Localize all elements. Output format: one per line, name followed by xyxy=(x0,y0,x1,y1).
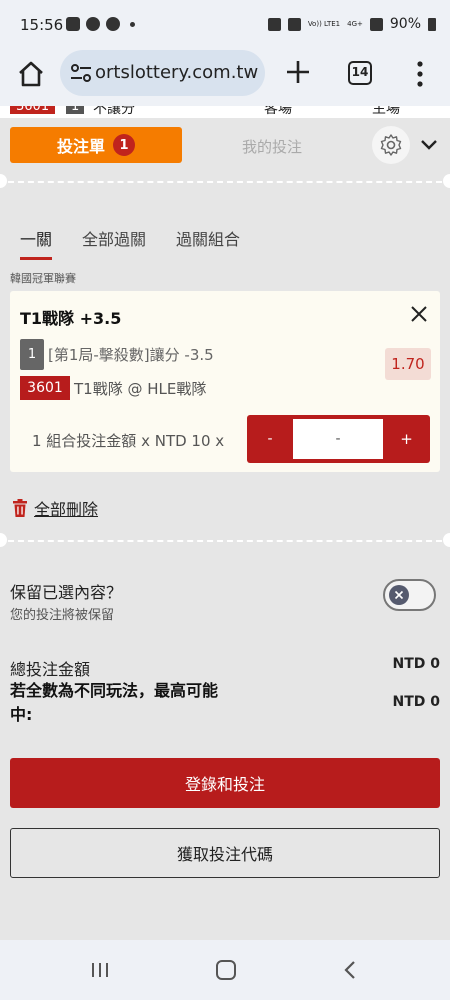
volte-label: Vo)) LTE1 xyxy=(307,19,341,28)
delete-all-button[interactable]: 全部刪除 xyxy=(12,496,98,520)
chrome-icon xyxy=(86,17,100,31)
delete-all-label: 全部刪除 xyxy=(34,500,99,519)
increase-button[interactable]: + xyxy=(383,415,430,463)
stake-label: 1 組合投注金額 x NTD 10 x xyxy=(32,432,225,450)
new-tab-icon[interactable] xyxy=(284,58,312,86)
more-dot-icon xyxy=(130,21,135,27)
system-icons: Vo)) LTE1 4G+ 90% xyxy=(267,16,436,32)
keep-selection-subtitle: 您的投注將被保留 xyxy=(10,608,115,623)
total-stake-value: NTD 0 xyxy=(392,656,440,672)
home-icon[interactable] xyxy=(16,59,46,89)
tab-switcher-button[interactable]: 14 xyxy=(348,61,372,85)
status-bar: 15:56 Vo)) LTE1 4G+ 90% xyxy=(0,0,450,50)
background-text: 不讓分 xyxy=(93,106,135,117)
notification-icons xyxy=(66,17,135,31)
matchup: T1戰隊 @ HLE戰隊 xyxy=(74,380,207,398)
divider xyxy=(8,540,442,542)
total-stake-label: 總投注金額 xyxy=(10,660,91,679)
more-menu-icon[interactable] xyxy=(410,60,430,88)
back-icon[interactable] xyxy=(342,960,358,980)
url-text: ortslottery.com.tw xyxy=(95,62,259,83)
tab-parlay-combo[interactable]: 過關組合 xyxy=(176,226,240,250)
recent-apps-icon[interactable] xyxy=(90,962,110,978)
gear-icon xyxy=(380,134,402,156)
close-icon xyxy=(394,590,404,600)
stake-input[interactable]: - xyxy=(293,419,383,459)
odds-value: 1.70 xyxy=(385,348,431,380)
browser-toolbar: ortslottery.com.tw 14 xyxy=(0,50,450,106)
selection-card: T1戰隊 +3.5 1 [第1局-擊殺數]讓分 -3.5 1.70 3601 T… xyxy=(10,291,440,472)
toggle-off-knob xyxy=(389,585,409,605)
login-and-bet-button[interactable]: 登錄和投注 xyxy=(10,758,440,808)
bet-type-tabs: 一關 全部過關 過關組合 xyxy=(20,226,240,260)
background-num: 1 xyxy=(66,106,85,114)
battery-icon xyxy=(428,17,436,31)
decrease-button[interactable]: - xyxy=(247,415,293,463)
market-name: [第1局-擊殺數]讓分 -3.5 xyxy=(48,346,214,364)
ticket-notch-left xyxy=(0,533,7,547)
stake-stepper: - - + xyxy=(247,415,430,463)
keep-selection-title: 保留已選內容？ xyxy=(10,583,123,602)
system-nav-bar xyxy=(0,940,450,1000)
betslip-panel: 投注單 1 我的投注 一關 全部過關 過關組合 韓國冠軍聯賽 T1戰隊 +3.5… xyxy=(0,118,450,940)
max-win-value: NTD 0 xyxy=(392,694,440,710)
background-away: 客場 xyxy=(264,106,292,117)
clock: 15:56 xyxy=(20,16,64,34)
close-icon[interactable] xyxy=(410,305,428,323)
settings-button[interactable] xyxy=(372,126,410,164)
tab-betslip-label: 投注單 xyxy=(56,137,105,156)
line-icon xyxy=(106,17,120,31)
get-bet-code-button[interactable]: 獲取投注代碼 xyxy=(10,828,440,878)
alarm-icon xyxy=(267,17,281,31)
tab-my-bets[interactable]: 我的投注 xyxy=(196,136,348,157)
gallery-icon xyxy=(66,17,80,31)
keep-selection-toggle[interactable] xyxy=(383,579,436,611)
selection-team: T1戰隊 +3.5 xyxy=(20,309,122,328)
selection-number: 1 xyxy=(20,339,44,370)
ticket-notch-left xyxy=(0,174,7,188)
site-settings-icon[interactable] xyxy=(70,63,92,83)
ticket-notch-right xyxy=(443,174,450,188)
ticket-notch-right xyxy=(443,533,450,547)
signal-icon xyxy=(369,17,383,31)
game-code: 3601 xyxy=(20,376,70,400)
tab-all-parlay[interactable]: 全部過關 xyxy=(82,226,146,250)
address-bar[interactable]: ortslottery.com.tw xyxy=(60,50,265,96)
max-win-label: 若全數為不同玩法，最高可能中: xyxy=(10,681,219,724)
network-label: 4G+ xyxy=(347,19,363,28)
mute-icon xyxy=(287,17,301,31)
betslip-count-badge: 1 xyxy=(113,134,135,156)
background-code: 3601 xyxy=(10,106,56,114)
trash-icon xyxy=(13,499,27,517)
background-home: 主場 xyxy=(372,106,400,117)
tab-betslip[interactable]: 投注單 1 xyxy=(10,127,182,163)
tab-single[interactable]: 一關 xyxy=(20,226,53,260)
home-nav-icon[interactable] xyxy=(216,960,236,980)
league-name: 韓國冠軍聯賽 xyxy=(10,272,76,285)
battery-percent: 90% xyxy=(389,16,421,32)
chevron-down-icon[interactable] xyxy=(418,135,440,155)
divider xyxy=(8,181,442,183)
